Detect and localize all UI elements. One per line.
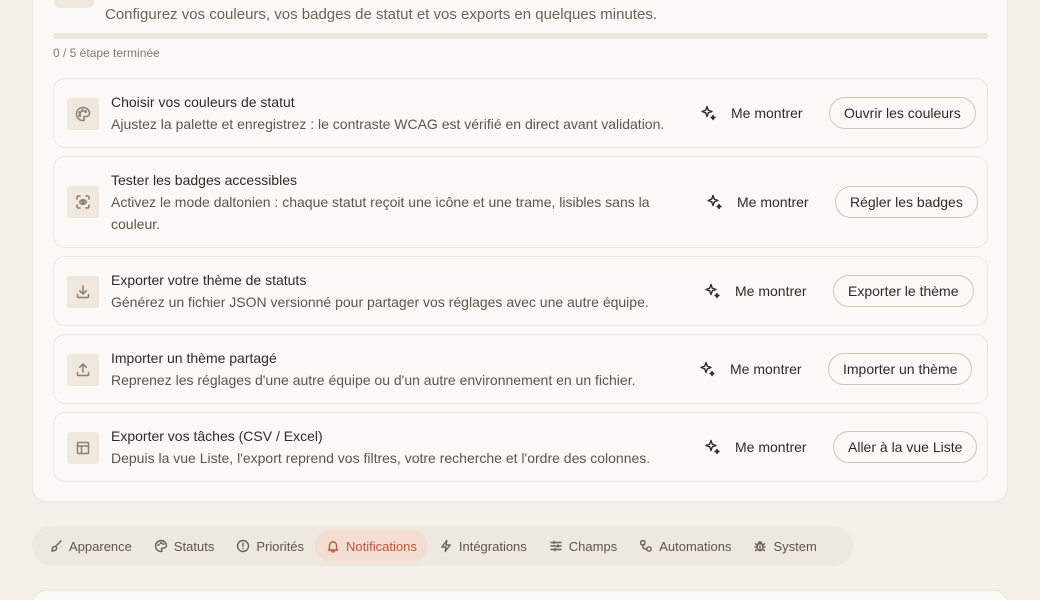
step-text: Importer un thème partagé Reprenez les r… [111,347,635,391]
show-me-label: Me montrer [730,361,802,377]
tab-champs[interactable]: Champs [538,530,628,562]
tab-label: Apparence [69,538,132,554]
step-title: Importer un thème partagé [111,350,277,366]
onboarding-step-badges: Tester les badges accessibles Activez le… [53,156,988,248]
tab-label: Notifications [346,538,417,554]
show-me-button[interactable]: Me montrer [698,360,802,378]
palette-icon [67,98,99,130]
show-me-button[interactable]: Me montrer [705,193,809,211]
progress-bar [53,33,988,39]
bell-icon [327,541,339,553]
import-theme-button[interactable]: Importer un thème [828,353,973,385]
step-title: Exporter vos tâches (CSV / Excel) [111,428,323,444]
tab-apparence[interactable]: Apparence [38,530,143,562]
tab-priorites[interactable]: Priorités [225,530,315,562]
tab-automations[interactable]: Automations [628,530,742,562]
step-text: Exporter vos tâches (CSV / Excel) Depuis… [111,425,650,469]
sparkles-icon [701,105,716,121]
step-text: Tester les badges accessibles Activez le… [111,169,671,235]
step-description: Activez le mode daltonien : chaque statu… [111,194,650,232]
onboarding-subtitle: Configurez vos couleurs, vos badges de s… [105,6,657,23]
onboarding-step-export-tasks: Exporter vos tâches (CSV / Excel) Depuis… [53,412,988,482]
adjust-badges-button[interactable]: Régler les badges [835,186,978,218]
zap-icon [440,539,451,553]
step-title: Tester les badges accessibles [111,172,297,188]
sparkles-icon [700,361,715,377]
step-description: Générez un fichier JSON versionné pour p… [111,294,649,310]
step-title: Choisir vos couleurs de statut [111,94,295,110]
show-me-button[interactable]: Me montrer [699,104,803,122]
tab-label: Priorités [256,538,305,554]
sparkles-icon [707,194,722,210]
onboarding-step-colors: Choisir vos couleurs de statut Ajustez l… [53,78,988,148]
show-me-label: Me montrer [735,439,807,455]
table-icon [67,432,99,464]
settings-panel [32,590,1008,600]
eye-scan-icon [67,186,99,218]
sparkles-icon [705,283,720,299]
step-description: Reprenez les réglages d'une autre équipe… [111,372,636,388]
alert-circle-icon [237,539,250,553]
show-me-label: Me montrer [737,194,809,210]
onboarding-step-import-theme: Importer un thème partagé Reprenez les r… [53,334,988,404]
tab-label: Statuts [173,538,215,554]
tab-integrations[interactable]: Intégrations [428,530,538,562]
show-me-button[interactable]: Me montrer [703,438,807,456]
onboarding-card: Configurez vos couleurs, vos badges de s… [32,0,1008,502]
step-description: Depuis la vue Liste, l'export reprend vo… [111,450,651,466]
upload-icon [67,354,99,386]
show-me-label: Me montrer [735,283,807,299]
step-description: Ajustez la palette et enregistrez : le c… [111,116,665,132]
brush-icon [51,540,62,552]
tab-label: Automations [659,538,732,554]
show-me-label: Me montrer [731,105,803,121]
palette-icon [154,539,168,553]
sliders-icon [550,540,562,552]
bug-icon [754,541,767,552]
onboarding-step-export-theme: Exporter votre thème de statuts Générez … [53,256,988,326]
open-colors-button[interactable]: Ouvrir les couleurs [829,97,976,129]
download-icon [67,276,99,308]
sparkles-icon [705,439,720,455]
workflow-icon [640,540,653,552]
tab-label: Intégrations [458,538,527,554]
step-text: Choisir vos couleurs de statut Ajustez l… [111,91,664,135]
tab-notifications[interactable]: Notifications [315,530,428,562]
settings-tabs: Apparence Statuts Priorités Notification… [32,526,853,566]
export-theme-button[interactable]: Exporter le thème [833,275,974,307]
tab-label: Champs [568,538,618,554]
step-title: Exporter votre thème de statuts [111,272,307,288]
tab-system[interactable]: System [742,530,827,562]
show-me-button[interactable]: Me montrer [703,282,807,300]
go-to-list-view-button[interactable]: Aller à la vue Liste [833,431,978,463]
step-text: Exporter votre thème de statuts Générez … [111,269,649,313]
progress-text: 0 / 5 étape terminée [53,46,160,60]
tab-statuts[interactable]: Statuts [143,530,225,562]
onboarding-header-icon [54,0,94,8]
tab-label: System [773,538,817,554]
